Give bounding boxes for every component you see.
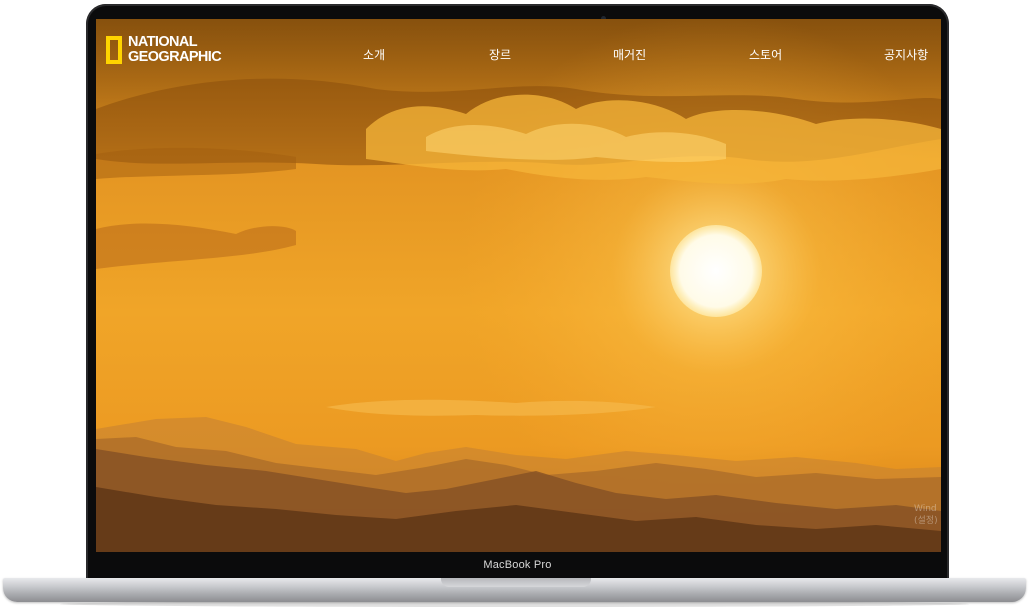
main-nav: 소개 장르 매거진 스토어 공지사항	[96, 46, 941, 62]
hero-background	[96, 19, 941, 552]
watermark-line-1: Wind	[914, 504, 937, 514]
watermark-line-2: (설정)	[914, 516, 938, 526]
nav-item-about[interactable]: 소개	[363, 46, 385, 63]
base-notch	[441, 578, 591, 587]
nav-item-notice[interactable]: 공지사항	[884, 46, 928, 63]
laptop-base	[3, 578, 1026, 602]
macbook-mockup: NATIONAL GEOGRAPHIC 소개 장르 매거진 스토어 공지사항 W…	[0, 0, 1029, 616]
screen: NATIONAL GEOGRAPHIC 소개 장르 매거진 스토어 공지사항 W…	[96, 19, 941, 552]
nav-item-store[interactable]: 스토어	[749, 46, 782, 63]
nav-item-genre[interactable]: 장르	[489, 46, 511, 63]
device-label: MacBook Pro	[483, 559, 552, 571]
nav-item-magazine[interactable]: 매거진	[613, 46, 646, 63]
windows-activation-watermark: Wind (설정)	[914, 503, 938, 527]
